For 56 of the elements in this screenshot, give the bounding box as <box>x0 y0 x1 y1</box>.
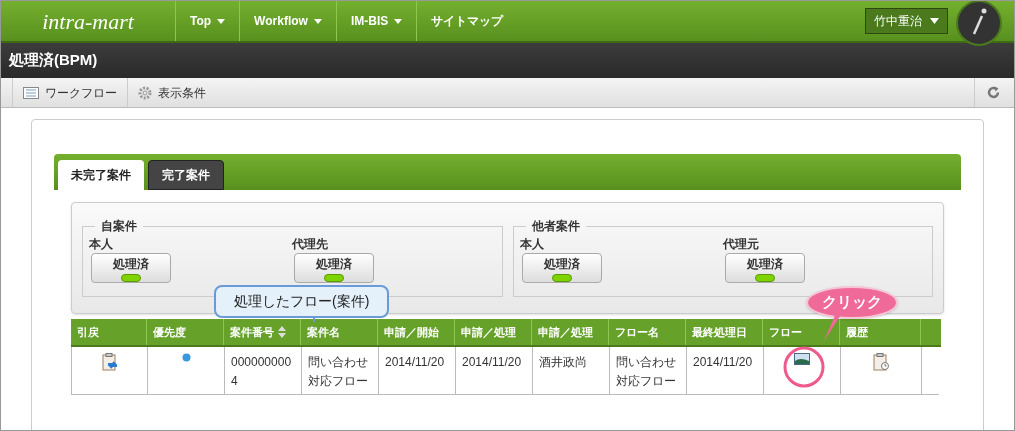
logo[interactable]: intra-mart <box>42 4 134 38</box>
logo-icon[interactable] <box>956 1 1002 46</box>
toolbar-button[interactable]: ワークフロー <box>12 78 127 107</box>
nav-menu[interactable]: Top <box>175 1 240 41</box>
column-header[interactable]: 申請／処理 <box>455 319 532 345</box>
gear-icon <box>138 85 152 100</box>
column-header[interactable]: 最終処理日 <box>686 319 763 345</box>
tab[interactable]: 完了案件 <box>148 160 224 190</box>
filter-label: 本人 <box>89 236 113 253</box>
column-header[interactable]: 優先度 <box>147 319 224 345</box>
filter-button[interactable]: 処理済 <box>294 253 375 283</box>
filter-button[interactable]: 処理済 <box>521 253 602 283</box>
column-header[interactable]: 申請／処理 <box>532 319 609 345</box>
nav-menu[interactable]: Workflow <box>239 1 336 41</box>
column-header[interactable]: フロー名 <box>609 319 686 345</box>
column-header[interactable]: 案件番号 <box>224 319 301 345</box>
column-header[interactable]: 引戻 <box>71 319 147 345</box>
list-icon <box>23 86 39 99</box>
sort-icon <box>278 326 286 338</box>
caret-icon <box>394 18 403 24</box>
tab[interactable]: 未完了案件 <box>58 160 144 190</box>
caret-icon <box>313 18 322 24</box>
caret-icon <box>217 18 226 24</box>
image-icon[interactable] <box>794 353 810 365</box>
column-header[interactable]: 履歴 <box>840 319 921 345</box>
toolbar-button[interactable]: 表示条件 <box>127 78 216 107</box>
caret-icon <box>930 18 939 24</box>
clipboard-clock-icon[interactable] <box>873 353 889 371</box>
page-title: 処理済(BPM) <box>9 50 98 71</box>
user-menu[interactable]: 竹中重治 <box>865 8 948 34</box>
group-legend: 他者案件 <box>525 217 586 235</box>
filter-label: 本人 <box>519 236 544 253</box>
nav-menu[interactable]: サイトマップ <box>416 1 518 41</box>
filter-label: 代理元 <box>722 236 759 253</box>
priority-dot-icon <box>181 353 191 362</box>
table-cell: 2014/11/20 <box>379 347 456 394</box>
table-cell: 2014/11/20 <box>687 347 764 394</box>
filter-button[interactable]: 処理済 <box>91 253 171 283</box>
refresh-icon <box>987 86 1000 99</box>
filter-button[interactable]: 処理済 <box>724 253 805 283</box>
filter-label: 代理先 <box>292 236 329 253</box>
highlight-circle <box>782 345 826 389</box>
status-light-icon <box>121 274 141 282</box>
nav-menu[interactable]: IM-BIS <box>335 1 417 41</box>
table-cell: 問い合わせ対応フロー <box>302 347 379 394</box>
callout-note: 処理したフロー(案件) <box>214 285 390 318</box>
table-cell: 問い合わせ対応フロー <box>610 347 687 394</box>
column-header[interactable]: 申請／開始 <box>378 319 455 345</box>
table-cell: 酒井政尚 <box>533 347 610 394</box>
table-cell: 0000000004 <box>225 347 302 394</box>
status-light-icon <box>754 274 775 282</box>
group-legend: 自案件 <box>95 217 143 235</box>
status-light-icon <box>324 274 345 282</box>
callout-pointer <box>312 316 316 322</box>
status-light-icon <box>551 274 572 282</box>
table-cell: 2014/11/20 <box>456 347 533 394</box>
